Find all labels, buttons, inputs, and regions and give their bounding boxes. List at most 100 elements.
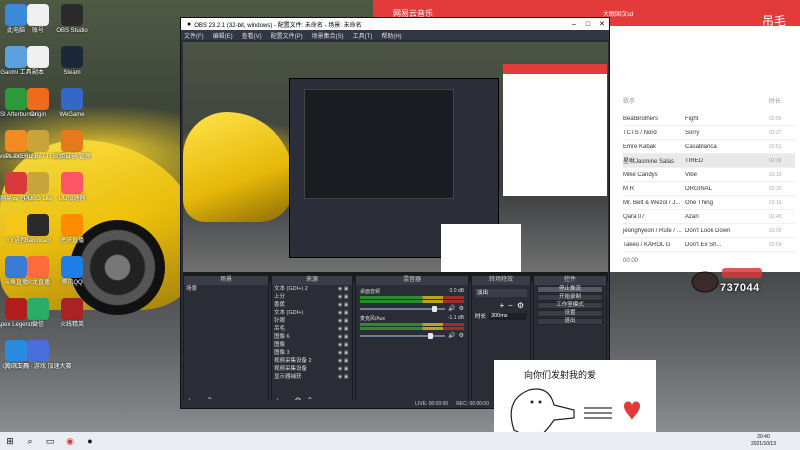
stop-streaming-button[interactable]: 停止推流 [537, 286, 603, 293]
source-item[interactable]: 香蕉 ◉ ▣ [272, 301, 352, 309]
column-title[interactable] [685, 96, 769, 105]
minimize-icon[interactable]: – [567, 21, 581, 28]
source-item[interactable]: 文本 (GDI+) ◉ ▣ [272, 309, 352, 317]
bandicam-icon [27, 214, 49, 236]
source-item[interactable]: 图像 6 ◉ ▣ [272, 333, 352, 341]
column-time[interactable]: 时长 [769, 96, 781, 105]
visibility-lock-icon[interactable]: ◉ ▣ [338, 325, 352, 333]
menu-item[interactable]: 配置文件(P) [271, 31, 303, 40]
source-item[interactable]: 上分 ◉ ▣ [272, 293, 352, 301]
column-artist[interactable]: 歌手 [623, 96, 685, 105]
track-row[interactable]: Mike Candys Vibe 03:10 [623, 168, 795, 182]
visibility-lock-icon[interactable]: ◉ ▣ [338, 341, 352, 349]
desktop-icon[interactable]: WeGame [50, 88, 94, 128]
track-row[interactable]: BeatBrothers Fight 02:56 [623, 112, 795, 126]
track-row[interactable]: TCTS / Nord Sorry 03:27 [623, 126, 795, 140]
track-row[interactable]: Emre Kabak Casablanca 02:51 [623, 140, 795, 154]
desktop-icon-label: OBS Studio [56, 28, 88, 34]
volume-slider[interactable] [360, 332, 446, 339]
visibility-lock-icon[interactable]: ◉ ▣ [338, 285, 352, 293]
source-item[interactable]: 视频采集设备 2 ◉ ▣ [272, 357, 352, 365]
volume-knob[interactable] [432, 305, 437, 312]
obs-preview-canvas[interactable] [183, 42, 608, 282]
track-duration: 03:00 [769, 227, 782, 234]
visibility-lock-icon[interactable]: ◉ ▣ [338, 349, 352, 357]
track-row[interactable]: Qara 07 Azan 02:45 [623, 210, 795, 224]
windows-start-icon[interactable]: ⊞ [0, 432, 20, 450]
track-row[interactable]: Takeo / KAROL G Don't Ex Sh... 02:54 [623, 238, 795, 252]
visibility-lock-icon[interactable]: ◉ ▣ [338, 357, 352, 365]
track-row[interactable]: M R ORGINAL 02:35 [623, 182, 795, 196]
document-icon [27, 46, 49, 68]
speaker-icon[interactable]: 🔊 [448, 305, 455, 312]
desktop-icon[interactable]: UU加速器 [50, 172, 94, 212]
speaker-icon[interactable]: 🔊 [448, 332, 455, 339]
scene-item[interactable]: 场景 [184, 285, 268, 293]
visibility-lock-icon[interactable]: ◉ ▣ [338, 301, 352, 309]
rec-status: REC: 00:00:00 [456, 401, 489, 407]
studio-mode-button[interactable]: 工作室模式 [537, 302, 603, 309]
maximize-icon[interactable]: □ [581, 21, 595, 28]
source-item[interactable]: 显示器捕获 ◉ ▣ [272, 373, 352, 381]
visibility-lock-icon[interactable]: ◉ ▣ [338, 373, 352, 381]
visibility-lock-icon[interactable]: ◉ ▣ [338, 293, 352, 301]
search-icon[interactable]: ⌕ [20, 432, 40, 450]
menu-item[interactable]: 文件(F) [184, 31, 204, 40]
menu-item[interactable]: 工具(T) [353, 31, 373, 40]
pubg-icon [27, 130, 49, 152]
menu-item[interactable]: 场景集合(S) [312, 31, 344, 40]
remove-transition-icon[interactable]: − [508, 301, 513, 310]
source-item[interactable]: 图像 3 ◉ ▣ [272, 349, 352, 357]
track-artist: TCTS / Nord [623, 129, 657, 136]
menu-item[interactable]: 帮助(H) [381, 31, 401, 40]
desktop-icon-label: Bandicam [24, 238, 52, 244]
volume-knob[interactable] [428, 332, 433, 339]
menu-item[interactable]: 编辑(E) [213, 31, 233, 40]
music-signature: 吊毛 [761, 14, 786, 28]
exit-button[interactable]: 退出 [537, 318, 603, 325]
transition-select[interactable]: 淡出 [475, 289, 527, 297]
add-transition-icon[interactable]: + [499, 301, 504, 310]
source-item[interactable]: 针眼 ◉ ▣ [272, 317, 352, 325]
track-row[interactable]: 星咻Jasmine Salas TIRED 02:38 [623, 154, 795, 168]
desktop-icon-label: Steam [63, 70, 81, 76]
obs-window[interactable]: ● OBS 23.2.1 (32-bit, windows) - 配置文件: 未… [180, 17, 610, 409]
desktop-icon-label: 虎牙直播 [59, 238, 84, 244]
visibility-lock-icon[interactable]: ◉ ▣ [338, 365, 352, 373]
duration-field[interactable]: 300ms [489, 312, 527, 320]
gear-icon[interactable]: ⚙ [459, 332, 464, 339]
source-name: 图像 6 [274, 334, 290, 340]
source-item[interactable]: 文本 (GDI+) 2 ◉ ▣ [272, 285, 352, 293]
track-row[interactable]: Mr. Belt & Wezol / J... One Thing 03:16 [623, 196, 795, 210]
taskbar-clock[interactable]: 20:40 2021/10/13 [751, 434, 776, 448]
volume-slider[interactable] [360, 305, 446, 312]
source-item[interactable]: 图像 ◉ ▣ [272, 341, 352, 349]
netease-music-taskbar-icon[interactable]: ◉ [60, 432, 80, 450]
track-title: ORGINAL [685, 185, 713, 192]
desktop-icon[interactable]: 虎牙直播 [50, 214, 94, 254]
badge-glyph-icon [722, 268, 762, 278]
menu-item[interactable]: 查看(V) [242, 31, 262, 40]
desktop-icon[interactable]: 腾讯工具 · 游戏 加速大赛 [5, 340, 72, 380]
scene-name: 场景 [186, 286, 198, 292]
desktop-icon[interactable]: 火炬自营 管理 [50, 130, 94, 170]
visibility-lock-icon[interactable]: ◉ ▣ [338, 333, 352, 341]
track-row[interactable]: jeonghyeon / Rute / ... Don't Look Down 03… [623, 224, 795, 238]
source-name: 上分 [274, 294, 286, 300]
visibility-lock-icon[interactable]: ◉ ▣ [338, 317, 352, 325]
start-recording-button[interactable]: 开始录制 [537, 294, 603, 301]
close-icon[interactable]: ✕ [595, 20, 609, 28]
transition-settings-icon[interactable]: ⚙ [517, 301, 524, 310]
task-view-icon[interactable]: ▭ [40, 432, 60, 450]
visibility-lock-icon[interactable]: ◉ ▣ [338, 309, 352, 317]
desktop-icon[interactable]: OBS Studio [50, 4, 94, 44]
obs-taskbar-icon[interactable]: ● [80, 432, 100, 450]
gear-icon[interactable]: ⚙ [459, 305, 464, 312]
source-item[interactable]: 视频采集设备 ◉ ▣ [272, 365, 352, 373]
settings-button[interactable]: 设置 [537, 310, 603, 317]
source-item[interactable]: 吊毛 ◉ ▣ [272, 325, 352, 333]
desktop-icon[interactable]: Steam [50, 46, 94, 86]
desktop-icon[interactable]: 腾讯QQ [50, 256, 94, 296]
desktop-icon[interactable]: 火线精英 [50, 298, 94, 338]
track-artist: Takeo / KAROL G [623, 241, 671, 248]
